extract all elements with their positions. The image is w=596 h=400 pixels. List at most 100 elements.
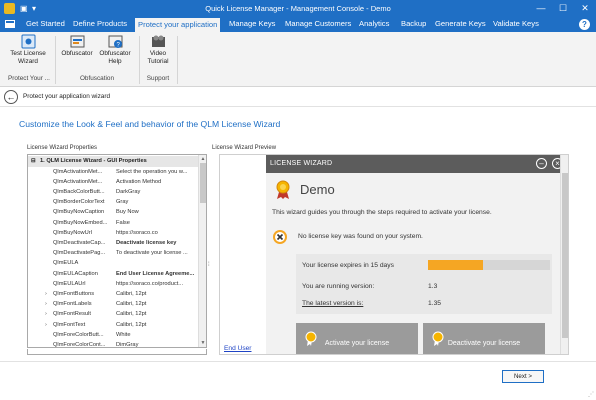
obfuscator-help-button[interactable]: ? Obfuscator Help: [96, 34, 134, 65]
minimize-button[interactable]: —: [530, 0, 552, 17]
scroll-thumb[interactable]: [200, 163, 206, 203]
tab-manage-customers[interactable]: Manage Customers: [282, 17, 354, 32]
wizard-intro: This wizard guides you through the steps…: [272, 209, 492, 216]
property-row[interactable]: › QlmFontResult Calibri, 12pt: [28, 309, 198, 320]
property-row[interactable]: QlmForeColorButt... White: [28, 330, 198, 341]
property-value[interactable]: To deactivate your license ...: [116, 248, 198, 259]
property-value[interactable]: Deactivate license key: [116, 238, 198, 249]
latest-version-link[interactable]: The latest version is:: [302, 300, 363, 307]
property-row[interactable]: QlmDeactivateCap... Deactivate license ke…: [28, 238, 198, 249]
property-name: QlmBackColorButt...: [53, 189, 105, 195]
property-value[interactable]: Buy Now: [116, 207, 198, 218]
ribbon-tabs: Get Started Define Products Protect your…: [0, 17, 596, 32]
tab-define-products[interactable]: Define Products: [70, 17, 130, 32]
property-value[interactable]: Calibri, 12pt: [116, 320, 198, 331]
license-expiry-progress: [428, 260, 550, 270]
preview-scroll-thumb[interactable]: [562, 173, 568, 338]
property-row[interactable]: › QlmFontText Calibri, 12pt: [28, 320, 198, 331]
menu-file-icon[interactable]: [1, 17, 19, 32]
property-row[interactable]: QlmForeColorCont... DimGray: [28, 340, 198, 347]
property-value[interactable]: Gray: [116, 197, 198, 208]
tab-analytics[interactable]: Analytics: [356, 17, 392, 32]
property-row[interactable]: QlmEULAUrl https://soraco.co/product...: [28, 279, 198, 290]
help-icon[interactable]: ?: [579, 19, 590, 30]
property-value[interactable]: End User License Agreeme...: [116, 269, 198, 280]
property-value[interactable]: Calibri, 12pt: [116, 289, 198, 300]
medal-icon: [276, 180, 290, 199]
activate-license-button[interactable]: Activate your license: [296, 323, 418, 354]
end-user-link[interactable]: End User: [224, 345, 252, 352]
wizard-minimize-button[interactable]: –: [536, 158, 547, 169]
collapse-toggle-icon[interactable]: ⊟: [31, 156, 36, 167]
property-row[interactable]: QlmEULA: [28, 258, 198, 269]
property-name: QlmFontLabels: [53, 301, 92, 308]
property-row[interactable]: › QlmFontButtons Calibri, 12pt: [28, 289, 198, 300]
property-value[interactable]: DimGray: [116, 340, 198, 347]
property-row[interactable]: QlmBuyNowCaption Buy Now: [28, 207, 198, 218]
property-grid-scrollbar[interactable]: ▲ ▼: [198, 155, 206, 347]
property-row[interactable]: QlmBackColorButt... DarkGray: [28, 187, 198, 198]
deactivate-license-button[interactable]: Deactivate your license: [423, 323, 545, 354]
no-license-message: No license key was found on your system.: [298, 233, 423, 240]
deactivate-license-label: Deactivate your license: [447, 340, 521, 347]
expand-chevron-icon[interactable]: ›: [45, 299, 47, 310]
tab-backup[interactable]: Backup: [398, 17, 429, 32]
property-row[interactable]: QlmBuyNowEmbed... False: [28, 218, 198, 229]
property-value[interactable]: Calibri, 12pt: [116, 299, 198, 310]
tab-get-started[interactable]: Get Started: [23, 17, 68, 32]
page-heading: Customize the Look & Feel and behavior o…: [19, 119, 281, 129]
property-row[interactable]: QlmBorderColorText Gray: [28, 197, 198, 208]
property-row[interactable]: QlmBuyNowUrl https://soraco.co: [28, 228, 198, 239]
property-value[interactable]: Select the operation you w...: [116, 167, 198, 178]
maximize-button[interactable]: ☐: [552, 0, 574, 17]
test-license-wizard-button[interactable]: Test License Wizard: [6, 34, 50, 65]
property-value[interactable]: Calibri, 12pt: [116, 309, 198, 320]
property-value[interactable]: False: [116, 218, 198, 229]
resize-grip-icon[interactable]: ⋰: [588, 391, 594, 398]
property-value[interactable]: White: [116, 330, 198, 341]
property-row[interactable]: QlmDeactivatePag... To deactivate your li…: [28, 248, 198, 259]
property-value[interactable]: https://soraco.co/product...: [116, 279, 198, 290]
title-bar: ▣ ▾ Quick License Manager - Management C…: [0, 0, 596, 17]
back-button[interactable]: ←: [4, 90, 18, 104]
scroll-up-icon[interactable]: ▲: [199, 155, 206, 163]
video-tutorial-label-1: Video: [149, 50, 167, 57]
next-button[interactable]: Next >: [502, 370, 544, 383]
property-name: QlmForeColorButt...: [53, 331, 104, 338]
close-button[interactable]: ✕: [574, 0, 596, 17]
video-tutorial-button[interactable]: Video Tutorial: [143, 34, 173, 65]
obfuscator-label: Obfuscator: [61, 50, 93, 57]
property-row[interactable]: QlmEULACaption End User License Agreeme..…: [28, 269, 198, 280]
wizard-title: LICENSE WIZARD: [270, 160, 333, 167]
obfuscator-help-label-1: Obfuscator: [99, 50, 131, 57]
property-row[interactable]: QlmActivationMet... Select the operation …: [28, 167, 198, 178]
tab-validate-keys[interactable]: Validate Keys: [490, 17, 542, 32]
wizard-header: LICENSE WIZARD – ×: [266, 155, 568, 173]
property-category[interactable]: ⊟ 1. QLM License Wizard - GUI Properties: [28, 156, 198, 167]
expand-chevron-icon[interactable]: ›: [45, 320, 47, 331]
progress-fill: [428, 260, 483, 270]
tab-generate-keys[interactable]: Generate Keys: [432, 17, 489, 32]
property-grid[interactable]: ⊟ 1. QLM License Wizard - GUI Properties…: [27, 154, 207, 348]
test-license-wizard-label-1: Test License: [10, 50, 46, 57]
property-description: [27, 349, 207, 355]
splitter-handle[interactable]: ⁞: [208, 262, 210, 268]
property-value[interactable]: DarkGray: [116, 187, 198, 198]
breadcrumb-text: Protect your application wizard: [23, 93, 111, 100]
obfuscator-help-icon: ?: [108, 34, 123, 49]
property-row[interactable]: › QlmFontLabels Calibri, 12pt: [28, 299, 198, 310]
expand-chevron-icon[interactable]: ›: [45, 309, 47, 320]
preview-scrollbar[interactable]: [560, 155, 568, 354]
obfuscator-button[interactable]: Obfuscator: [58, 34, 96, 58]
obfuscator-help-label-2: Help: [108, 57, 122, 65]
obfuscator-icon: [70, 34, 85, 49]
expand-chevron-icon[interactable]: ›: [45, 289, 47, 300]
scroll-down-icon[interactable]: ▼: [199, 339, 206, 347]
property-name: QlmActivationMet...: [53, 178, 103, 185]
property-value[interactable]: Activation Method: [116, 177, 198, 188]
property-value[interactable]: https://soraco.co: [116, 228, 198, 239]
tab-manage-keys[interactable]: Manage Keys: [226, 17, 278, 32]
tab-protect-your-application[interactable]: Protect your application: [135, 17, 221, 32]
property-row[interactable]: QlmActivationMet... Activation Method: [28, 177, 198, 188]
ribbon-separator: [177, 36, 178, 84]
